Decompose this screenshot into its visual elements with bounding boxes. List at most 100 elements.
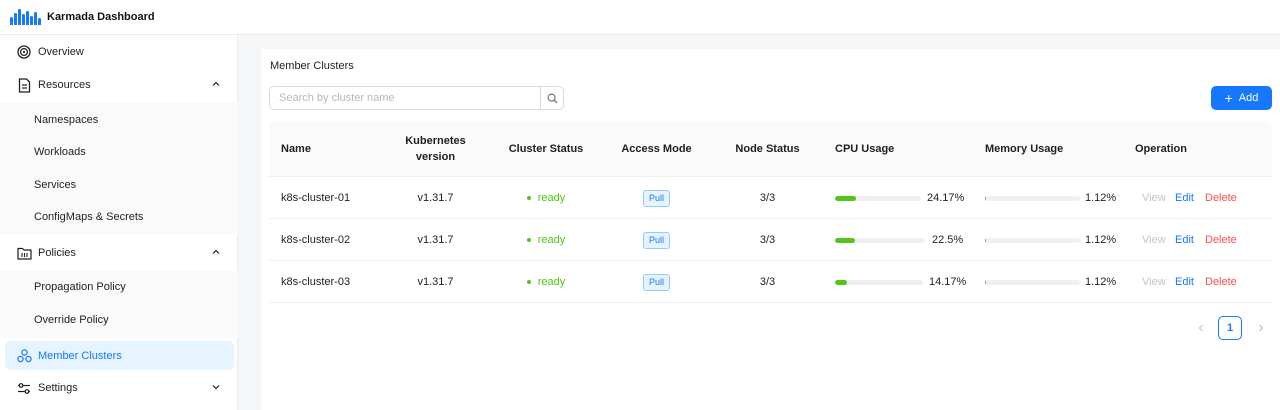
- sidebar-item-label: Override Policy: [34, 314, 109, 326]
- sidebar-item-namespaces[interactable]: Namespaces: [5, 106, 234, 134]
- access-mode: Pull: [601, 219, 712, 261]
- sliders-icon: [16, 380, 32, 396]
- table-row: k8s-cluster-03 v1.31.7 ready Pull 3/3 14…: [269, 261, 1272, 303]
- top-bar: Karmada Dashboard: [0, 0, 1280, 35]
- sidebar-item-workloads[interactable]: Workloads: [5, 138, 234, 166]
- sidebar-item-label: Overview: [38, 45, 84, 58]
- column-header-kubernetes-version: Kubernetes version: [405, 135, 466, 163]
- document-icon: [16, 77, 32, 93]
- memory-usage-value: 1.12%: [1085, 276, 1117, 288]
- memory-usage-value: 1.12%: [1085, 192, 1117, 204]
- sidebar: Overview Resources Namespaces Workloads …: [0, 35, 238, 410]
- column-header-access-mode: Access Mode: [621, 143, 692, 155]
- column-header-cluster-status: Cluster Status: [508, 143, 584, 155]
- cluster-status: ready: [491, 219, 601, 261]
- sidebar-item-label: Namespaces: [34, 114, 99, 126]
- cpu-usage-bar: [835, 238, 925, 243]
- sidebar-item-label: Resources: [38, 78, 91, 91]
- chevron-left-icon: [1198, 324, 1203, 332]
- cpu-usage-value: 14.17%: [929, 276, 967, 288]
- chevron-up-icon: [210, 246, 222, 258]
- memory-usage-bar: [985, 196, 1080, 201]
- karmada-logo: [10, 9, 41, 25]
- sidebar-item-propagation-policy[interactable]: Propagation Policy: [5, 273, 234, 301]
- access-mode-tag: Pull: [642, 273, 670, 291]
- plus-icon: +: [1224, 89, 1233, 106]
- pagination-page-1[interactable]: 1: [1218, 316, 1242, 340]
- cluster-name: k8s-cluster-01: [281, 192, 351, 204]
- pagination-prev-button[interactable]: [1194, 321, 1208, 335]
- status-dot: [526, 196, 531, 200]
- policies-submenu: Propagation Policy Override Policy: [0, 271, 238, 338]
- pagination-next-button[interactable]: [1254, 321, 1268, 335]
- node-status: 3/3: [759, 192, 776, 204]
- cluster-status: ready: [491, 177, 601, 219]
- sidebar-item-settings[interactable]: Settings: [5, 373, 234, 402]
- view-link[interactable]: View: [1142, 177, 1166, 219]
- cpu-usage-value: 22.5%: [932, 234, 964, 246]
- status-dot: [526, 280, 531, 284]
- status-dot: [526, 238, 531, 242]
- sidebar-item-label: Propagation Policy: [34, 281, 126, 293]
- edit-link[interactable]: Edit: [1175, 177, 1194, 219]
- edit-link[interactable]: Edit: [1175, 261, 1194, 303]
- memory-usage-bar: [985, 280, 1080, 285]
- access-mode: Pull: [601, 261, 712, 303]
- resources-submenu: Namespaces Workloads Services ConfigMaps…: [0, 102, 238, 235]
- access-mode-tag: Pull: [642, 231, 670, 249]
- column-header-name: Name: [281, 143, 311, 155]
- search-icon: [547, 92, 558, 103]
- sidebar-item-resources[interactable]: Resources: [5, 70, 234, 99]
- cluster-name: k8s-cluster-03: [281, 276, 351, 288]
- sidebar-item-overview[interactable]: Overview: [5, 37, 234, 66]
- search-button[interactable]: [540, 87, 563, 109]
- table-row: k8s-cluster-01 v1.31.7 ready Pull 3/3 24…: [269, 177, 1272, 219]
- policy-icon: [16, 245, 32, 261]
- page-title: Member Clusters: [270, 60, 354, 72]
- memory-usage-bar: [985, 238, 1080, 243]
- sidebar-item-label: Services: [34, 179, 77, 191]
- node-status: 3/3: [759, 234, 776, 246]
- add-button-label: Add: [1238, 92, 1259, 104]
- cpu-usage-bar: [835, 280, 923, 285]
- sidebar-item-member-clusters[interactable]: Member Clusters: [5, 341, 234, 370]
- sidebar-item-label: Settings: [38, 381, 78, 394]
- kubernetes-version: v1.31.7: [417, 234, 454, 246]
- node-status: 3/3: [759, 276, 776, 288]
- table-header: Name Kubernetes version Cluster Status A…: [269, 121, 1272, 177]
- sidebar-item-override-policy[interactable]: Override Policy: [5, 306, 234, 334]
- delete-link[interactable]: Delete: [1205, 177, 1237, 219]
- cpu-usage-bar: [835, 196, 921, 201]
- add-cluster-button[interactable]: + Add: [1211, 86, 1272, 110]
- view-link[interactable]: View: [1142, 261, 1166, 303]
- table-row: k8s-cluster-02 v1.31.7 ready Pull 3/3 22…: [269, 219, 1272, 261]
- access-mode-tag: Pull: [642, 189, 670, 207]
- search-box: [269, 86, 564, 110]
- column-header-cpu-usage: CPU Usage: [835, 143, 895, 155]
- delete-link[interactable]: Delete: [1205, 219, 1237, 261]
- access-mode: Pull: [601, 177, 712, 219]
- cluster-status: ready: [491, 261, 601, 303]
- sidebar-item-label: Policies: [38, 246, 76, 259]
- column-header-node-status: Node Status: [735, 143, 800, 155]
- cpu-usage-value: 24.17%: [927, 192, 965, 204]
- kubernetes-version: v1.31.7: [417, 276, 454, 288]
- edit-link[interactable]: Edit: [1175, 219, 1194, 261]
- sidebar-item-policies[interactable]: Policies: [5, 238, 234, 267]
- clusters-icon: [16, 348, 32, 364]
- target-icon: [16, 44, 32, 60]
- sidebar-item-label: Workloads: [34, 146, 86, 158]
- chevron-right-icon: [1259, 324, 1264, 332]
- chevron-up-icon: [210, 78, 222, 90]
- column-header-memory-usage: Memory Usage: [985, 143, 1064, 155]
- view-link[interactable]: View: [1142, 219, 1166, 261]
- search-input[interactable]: [270, 87, 541, 109]
- chevron-down-icon: [210, 381, 222, 393]
- app-title: Karmada Dashboard: [47, 11, 155, 23]
- sidebar-item-services[interactable]: Services: [5, 171, 234, 199]
- sidebar-item-label: Member Clusters: [38, 349, 122, 362]
- sidebar-item-label: ConfigMaps & Secrets: [34, 211, 144, 223]
- delete-link[interactable]: Delete: [1205, 261, 1237, 303]
- sidebar-item-configmaps-secrets[interactable]: ConfigMaps & Secrets: [5, 203, 234, 231]
- cluster-name: k8s-cluster-02: [281, 234, 351, 246]
